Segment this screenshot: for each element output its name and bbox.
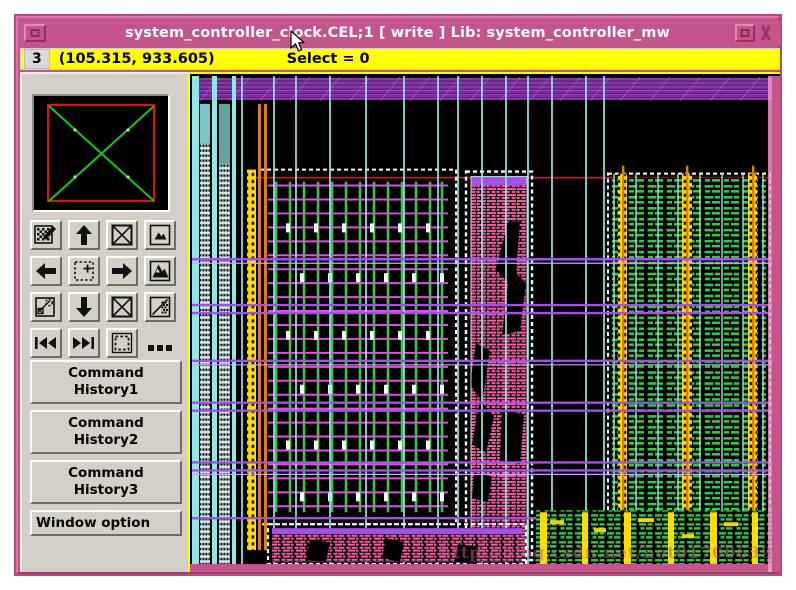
zoom-previous-icon[interactable] — [106, 292, 138, 322]
ic-layout-drawing — [190, 74, 780, 572]
zoom-in-icon[interactable] — [144, 220, 176, 250]
select-edit-icon[interactable] — [30, 220, 62, 250]
thumbnail-cross-icon — [48, 105, 155, 202]
sidebar-panel: Command History1 Command History2 Comman… — [20, 72, 188, 572]
command-history-2-line2: History2 — [73, 432, 139, 448]
ellipsis-dot — [157, 345, 163, 351]
command-history-3-line2: History3 — [73, 482, 139, 498]
pan-up-icon[interactable] — [68, 220, 100, 250]
pan-down-icon[interactable] — [68, 292, 100, 322]
fill-pattern-icon[interactable] — [144, 292, 176, 322]
command-history-2-button[interactable]: Command History2 — [30, 410, 182, 454]
window-title: system_controller_clock.CEL;1 [ write ] … — [125, 25, 670, 41]
chip-edge-bottom — [190, 564, 780, 572]
toolbar-row — [30, 292, 182, 322]
status-select-count: Select = 0 — [286, 51, 370, 67]
zoom-area-icon[interactable] — [68, 256, 100, 286]
window-menu-icon[interactable] — [24, 24, 46, 42]
maximize-glyph — [740, 29, 750, 37]
ellipsis-dot — [166, 345, 172, 351]
command-history-3-button[interactable]: Command History3 — [30, 460, 182, 504]
top-routing-band — [190, 75, 780, 102]
chip-edge-right — [772, 75, 780, 572]
command-history-1-line2: History1 — [73, 382, 139, 398]
command-button-group: Command History1 Command History2 Comman… — [30, 360, 182, 536]
command-history-1-line1: Command — [68, 365, 144, 381]
ic-layout-canvas[interactable]: http://blog.csdn.net/not01700639 — [188, 72, 780, 572]
command-history-2-line1: Command — [68, 415, 144, 431]
bottom-right-cells — [536, 510, 772, 565]
close-glyph — [755, 23, 777, 43]
more-options-icon[interactable] — [144, 328, 176, 358]
status-count-badge: 3 — [24, 49, 50, 69]
layout-overview-thumbnail[interactable] — [32, 94, 170, 212]
window-option-button[interactable]: Window option — [30, 510, 182, 536]
command-history-3-line1: Command — [68, 465, 144, 481]
toolbar-grid — [30, 220, 182, 364]
titlebar-controls — [735, 23, 777, 43]
pan-right-icon[interactable] — [106, 256, 138, 286]
window-content: Command History1 Command History2 Comman… — [20, 72, 780, 572]
status-coordinates: (105.315, 933.605) — [58, 51, 215, 67]
zoom-out-icon[interactable] — [144, 256, 176, 286]
pink-macro-block — [464, 170, 534, 562]
fast-forward-icon[interactable] — [68, 328, 100, 358]
window-option-label: Window option — [36, 515, 151, 531]
toolbar-row — [30, 256, 182, 286]
rewind-icon[interactable] — [30, 328, 62, 358]
title-bar[interactable]: system_controller_clock.CEL;1 [ write ] … — [20, 20, 780, 46]
status-bar: 3 (105.315, 933.605) Select = 0 — [20, 48, 780, 70]
ellipsis-dot — [148, 345, 154, 351]
pan-left-icon[interactable] — [30, 256, 62, 286]
toolbar-row — [30, 220, 182, 250]
maximize-icon[interactable] — [735, 24, 755, 42]
marquee-select-icon[interactable] — [106, 328, 138, 358]
application-window: system_controller_clock.CEL;1 [ write ] … — [14, 14, 782, 576]
toolbar-row — [30, 328, 182, 358]
window-menu-glyph — [30, 29, 40, 37]
command-history-1-button[interactable]: Command History1 — [30, 360, 182, 404]
bottom-pink-row — [266, 523, 528, 566]
rotate-object-icon[interactable] — [30, 292, 62, 322]
zoom-fit-icon[interactable] — [106, 220, 138, 250]
left-io-column — [192, 75, 236, 571]
close-icon[interactable] — [755, 23, 777, 43]
